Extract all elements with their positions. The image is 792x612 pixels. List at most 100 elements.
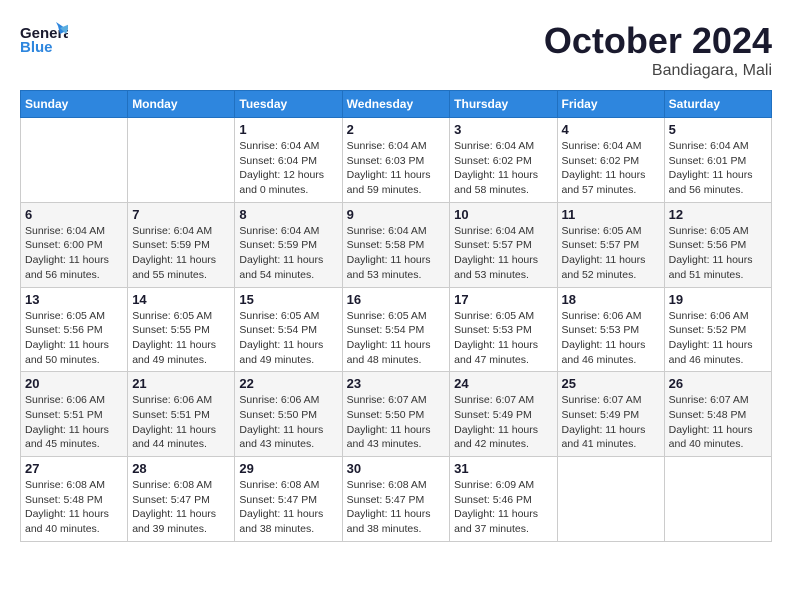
day-number: 31 [454,461,552,476]
calendar-cell: 8 Sunrise: 6:04 AM Sunset: 5:59 PM Daylig… [235,202,342,287]
day-number: 8 [239,207,337,222]
calendar-week-row: 1 Sunrise: 6:04 AM Sunset: 6:04 PM Daylig… [21,118,772,203]
day-number: 1 [239,122,337,137]
calendar-cell: 20Sunrise: 6:06 AM Sunset: 5:51 PM Dayli… [21,372,128,457]
day-info: Sunrise: 6:08 AM Sunset: 5:47 PM Dayligh… [239,478,337,537]
day-info: Sunrise: 6:04 AM Sunset: 6:02 PM Dayligh… [454,139,552,198]
day-info: Sunrise: 6:04 AM Sunset: 6:00 PM Dayligh… [25,224,123,283]
calendar-cell: 11 Sunrise: 6:05 AM Sunset: 5:57 PM Dayli… [557,202,664,287]
calendar-cell: 6 Sunrise: 6:04 AM Sunset: 6:00 PM Daylig… [21,202,128,287]
calendar-day-header: Monday [128,91,235,118]
day-info: Sunrise: 6:05 AM Sunset: 5:55 PM Dayligh… [132,309,230,368]
day-info: Sunrise: 6:05 AM Sunset: 5:56 PM Dayligh… [25,309,123,368]
calendar-cell: 24Sunrise: 6:07 AM Sunset: 5:49 PM Dayli… [450,372,557,457]
day-info: Sunrise: 6:06 AM Sunset: 5:50 PM Dayligh… [239,393,337,452]
calendar-cell: 14 Sunrise: 6:05 AM Sunset: 5:55 PM Dayli… [128,287,235,372]
calendar-day-header: Saturday [664,91,771,118]
calendar-cell: 23 Sunrise: 6:07 AM Sunset: 5:50 PM Dayli… [342,372,450,457]
day-number: 14 [132,292,230,307]
day-number: 13 [25,292,123,307]
calendar-cell: 26 Sunrise: 6:07 AM Sunset: 5:48 PM Dayli… [664,372,771,457]
day-info: Sunrise: 6:05 AM Sunset: 5:54 PM Dayligh… [347,309,446,368]
day-info: Sunrise: 6:07 AM Sunset: 5:49 PM Dayligh… [562,393,660,452]
calendar-cell [664,457,771,542]
calendar-cell: 31Sunrise: 6:09 AM Sunset: 5:46 PM Dayli… [450,457,557,542]
calendar-cell: 4 Sunrise: 6:04 AM Sunset: 6:02 PM Daylig… [557,118,664,203]
day-info: Sunrise: 6:05 AM Sunset: 5:57 PM Dayligh… [562,224,660,283]
day-info: Sunrise: 6:06 AM Sunset: 5:52 PM Dayligh… [669,309,767,368]
day-number: 9 [347,207,446,222]
day-number: 19 [669,292,767,307]
day-number: 24 [454,376,552,391]
day-number: 11 [562,207,660,222]
day-number: 18 [562,292,660,307]
day-number: 15 [239,292,337,307]
day-info: Sunrise: 6:05 AM Sunset: 5:54 PM Dayligh… [239,309,337,368]
calendar-cell [21,118,128,203]
day-number: 6 [25,207,123,222]
calendar-cell: 7Sunrise: 6:04 AM Sunset: 5:59 PM Daylig… [128,202,235,287]
calendar-day-header: Thursday [450,91,557,118]
day-info: Sunrise: 6:04 AM Sunset: 5:57 PM Dayligh… [454,224,552,283]
calendar-week-row: 6 Sunrise: 6:04 AM Sunset: 6:00 PM Daylig… [21,202,772,287]
day-info: Sunrise: 6:08 AM Sunset: 5:47 PM Dayligh… [132,478,230,537]
day-info: Sunrise: 6:06 AM Sunset: 5:53 PM Dayligh… [562,309,660,368]
calendar-cell [557,457,664,542]
day-info: Sunrise: 6:06 AM Sunset: 5:51 PM Dayligh… [25,393,123,452]
calendar-cell: 25 Sunrise: 6:07 AM Sunset: 5:49 PM Dayli… [557,372,664,457]
calendar-cell: 30Sunrise: 6:08 AM Sunset: 5:47 PM Dayli… [342,457,450,542]
day-number: 16 [347,292,446,307]
calendar-day-header: Wednesday [342,91,450,118]
day-info: Sunrise: 6:05 AM Sunset: 5:56 PM Dayligh… [669,224,767,283]
calendar-day-header: Friday [557,91,664,118]
day-info: Sunrise: 6:05 AM Sunset: 5:53 PM Dayligh… [454,309,552,368]
calendar-cell: 28 Sunrise: 6:08 AM Sunset: 5:47 PM Dayli… [128,457,235,542]
svg-text:Blue: Blue [20,39,53,56]
day-info: Sunrise: 6:04 AM Sunset: 6:01 PM Dayligh… [669,139,767,198]
location: Bandiagara, Mali [544,62,772,80]
calendar-cell [128,118,235,203]
day-number: 12 [669,207,767,222]
calendar-cell: 27 Sunrise: 6:08 AM Sunset: 5:48 PM Dayli… [21,457,128,542]
calendar-day-header: Sunday [21,91,128,118]
day-number: 28 [132,461,230,476]
month-title: October 2024 [544,20,772,62]
day-info: Sunrise: 6:04 AM Sunset: 6:04 PM Dayligh… [239,139,337,198]
day-number: 10 [454,207,552,222]
calendar-cell: 19 Sunrise: 6:06 AM Sunset: 5:52 PM Dayli… [664,287,771,372]
day-number: 23 [347,376,446,391]
calendar-cell: 16 Sunrise: 6:05 AM Sunset: 5:54 PM Dayli… [342,287,450,372]
calendar-cell: 18 Sunrise: 6:06 AM Sunset: 5:53 PM Dayli… [557,287,664,372]
calendar-cell: 22Sunrise: 6:06 AM Sunset: 5:50 PM Dayli… [235,372,342,457]
day-info: Sunrise: 6:04 AM Sunset: 5:59 PM Dayligh… [239,224,337,283]
calendar-week-row: 13 Sunrise: 6:05 AM Sunset: 5:56 PM Dayli… [21,287,772,372]
calendar-cell: 15 Sunrise: 6:05 AM Sunset: 5:54 PM Dayli… [235,287,342,372]
day-info: Sunrise: 6:08 AM Sunset: 5:48 PM Dayligh… [25,478,123,537]
calendar-cell: 21Sunrise: 6:06 AM Sunset: 5:51 PM Dayli… [128,372,235,457]
day-info: Sunrise: 6:07 AM Sunset: 5:48 PM Dayligh… [669,393,767,452]
day-number: 21 [132,376,230,391]
calendar-header-row: SundayMondayTuesdayWednesdayThursdayFrid… [21,91,772,118]
day-number: 29 [239,461,337,476]
day-number: 5 [669,122,767,137]
calendar-cell: 5 Sunrise: 6:04 AM Sunset: 6:01 PM Daylig… [664,118,771,203]
day-info: Sunrise: 6:04 AM Sunset: 5:58 PM Dayligh… [347,224,446,283]
day-info: Sunrise: 6:07 AM Sunset: 5:50 PM Dayligh… [347,393,446,452]
calendar-cell: 3 Sunrise: 6:04 AM Sunset: 6:02 PM Daylig… [450,118,557,203]
page-header: General Blue October 2024 Bandiagara, Ma… [20,20,772,80]
calendar-cell: 2Sunrise: 6:04 AM Sunset: 6:03 PM Daylig… [342,118,450,203]
day-info: Sunrise: 6:04 AM Sunset: 6:03 PM Dayligh… [347,139,446,198]
calendar-cell: 17Sunrise: 6:05 AM Sunset: 5:53 PM Dayli… [450,287,557,372]
calendar-cell: 1 Sunrise: 6:04 AM Sunset: 6:04 PM Daylig… [235,118,342,203]
day-number: 26 [669,376,767,391]
calendar-cell: 29 Sunrise: 6:08 AM Sunset: 5:47 PM Dayli… [235,457,342,542]
calendar-cell: 10 Sunrise: 6:04 AM Sunset: 5:57 PM Dayli… [450,202,557,287]
day-number: 27 [25,461,123,476]
day-number: 25 [562,376,660,391]
day-number: 3 [454,122,552,137]
day-number: 7 [132,207,230,222]
logo: General Blue [20,20,68,58]
calendar-day-header: Tuesday [235,91,342,118]
day-info: Sunrise: 6:04 AM Sunset: 6:02 PM Dayligh… [562,139,660,198]
day-number: 4 [562,122,660,137]
